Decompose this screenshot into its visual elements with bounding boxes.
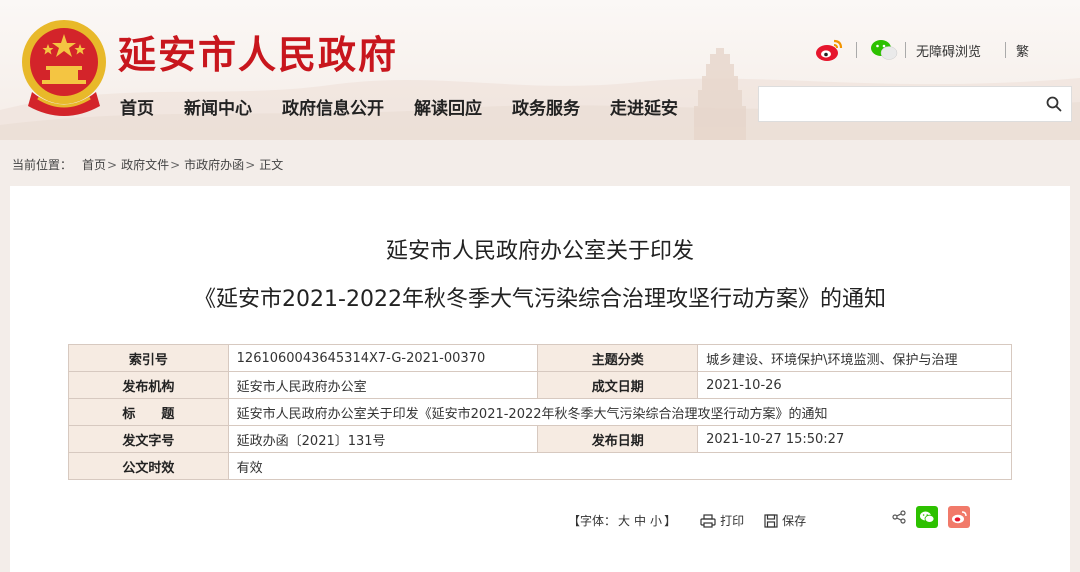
created-date-label: 成文日期 <box>537 371 699 399</box>
document-metadata-table: 索引号 1261060043645314X7-G-2021-00370 主题分类… <box>68 344 1013 480</box>
doc-number-value: 延政办函〔2021〕131号 <box>227 425 539 453</box>
share-weibo-button[interactable] <box>948 506 970 528</box>
printer-icon <box>700 513 716 528</box>
traditional-chinese-link[interactable]: 繁 <box>1016 41 1029 60</box>
table-row: 发文字号 延政办函〔2021〕131号 发布日期 2021-10-27 15:5… <box>68 425 1012 453</box>
font-size-close: 】 <box>664 514 677 528</box>
save-label: 保存 <box>782 514 807 528</box>
search-button[interactable] <box>1037 87 1071 121</box>
title-label: 标 题 <box>68 398 229 426</box>
title-value: 延安市人民政府办公室关于印发《延安市2021-2022年秋冬季大气污染综合治理攻… <box>227 398 1013 426</box>
utility-bar: 无障碍浏览 繁 <box>812 34 1029 66</box>
font-size-control: 【字体：大中小】 <box>568 512 676 529</box>
wechat-icon[interactable] <box>867 35 901 65</box>
accessibility-link[interactable]: 无障碍浏览 <box>916 41 981 60</box>
print-button[interactable]: 打印 <box>700 512 744 529</box>
share-icon <box>892 510 906 524</box>
font-size-small[interactable]: 小 <box>650 514 662 528</box>
font-size-medium[interactable]: 中 <box>634 514 646 528</box>
breadcrumb-prefix: 当前位置： <box>12 158 73 172</box>
topic-label: 主题分类 <box>537 344 699 372</box>
table-row: 索引号 1261060043645314X7-G-2021-00370 主题分类… <box>68 344 1012 372</box>
breadcrumb-home[interactable]: 首页 <box>82 156 106 173</box>
share-wechat-button[interactable] <box>916 506 938 528</box>
save-icon <box>764 513 778 528</box>
issuer-label: 发布机构 <box>68 371 229 399</box>
weibo-icon <box>952 511 967 524</box>
nav-about-yanan[interactable]: 走进延安 <box>610 94 678 119</box>
nav-gov-services[interactable]: 政务服务 <box>512 94 580 119</box>
table-row: 发布机构 延安市人民政府办公室 成文日期 2021-10-26 <box>68 371 1012 399</box>
document-title-line2: 《延安市2021-2022年秋冬季大气污染综合治理攻坚行动方案》的通知 <box>194 287 886 312</box>
issuer-value: 延安市人民政府办公室 <box>227 371 539 399</box>
index-value: 1261060043645314X7-G-2021-00370 <box>227 344 539 372</box>
main-nav: 首页 新闻中心 政府信息公开 解读回应 政务服务 走进延安 <box>120 94 708 119</box>
print-label: 打印 <box>720 514 745 528</box>
nav-home[interactable]: 首页 <box>120 94 154 119</box>
document-title: 延安市人民政府办公室关于印发 《延安市2021-2022年秋冬季大气污染综合治理… <box>10 228 1070 324</box>
breadcrumb-current: 正文 <box>259 158 284 172</box>
validity-label: 公文时效 <box>68 452 229 480</box>
weibo-icon[interactable] <box>812 35 846 65</box>
search-box <box>758 86 1072 122</box>
created-date-value: 2021-10-26 <box>697 371 1012 399</box>
doc-number-label: 发文字号 <box>68 425 229 453</box>
util-divider <box>856 42 857 58</box>
font-size-label: 【字体： <box>568 514 617 528</box>
save-button[interactable]: 保存 <box>764 512 806 529</box>
index-label: 索引号 <box>68 344 229 372</box>
breadcrumb-municipal-letters[interactable]: 市政府办函 <box>184 156 244 173</box>
breadcrumb: 当前位置： 首页 > 政府文件 > 市政府办函 > 正文 <box>12 156 283 173</box>
font-size-large[interactable]: 大 <box>618 514 630 528</box>
national-emblem <box>18 14 110 120</box>
nav-interpretation[interactable]: 解读回应 <box>414 94 482 119</box>
published-date-label: 发布日期 <box>537 425 699 453</box>
search-input[interactable] <box>759 87 1037 121</box>
published-date-value: 2021-10-27 15:50:27 <box>697 425 1012 453</box>
util-divider <box>905 42 906 58</box>
topic-value: 城乡建设、环境保护\环境监测、保护与治理 <box>697 344 1012 372</box>
nav-news-center[interactable]: 新闻中心 <box>184 94 252 119</box>
table-row: 标 题 延安市人民政府办公室关于印发《延安市2021-2022年秋冬季大气污染综… <box>68 398 1013 426</box>
util-divider <box>1005 42 1007 58</box>
site-header: 延安市人民政府 无障碍浏览 繁 首页 新闻中心 政府信息公开 解读回应 政务服务… <box>0 0 1080 140</box>
share-bar <box>892 506 980 528</box>
nav-gov-info[interactable]: 政府信息公开 <box>282 94 384 119</box>
site-title[interactable]: 延安市人民政府 <box>118 24 398 79</box>
wechat-icon <box>920 511 935 523</box>
search-icon <box>1046 96 1062 112</box>
document-title-line1: 延安市人民政府办公室关于印发 <box>385 239 694 264</box>
breadcrumb-gov-documents[interactable]: 政府文件 <box>121 156 169 173</box>
breadcrumb-separator: > <box>107 157 118 172</box>
breadcrumb-separator: > <box>170 157 181 172</box>
breadcrumb-separator: > <box>245 157 256 172</box>
table-row: 公文时效 有效 <box>68 452 1013 480</box>
validity-value: 有效 <box>227 452 1013 480</box>
content-panel: 延安市人民政府办公室关于印发 《延安市2021-2022年秋冬季大气污染综合治理… <box>10 186 1070 572</box>
article-tools: 【字体：大中小】 打印 保存 <box>568 512 826 529</box>
